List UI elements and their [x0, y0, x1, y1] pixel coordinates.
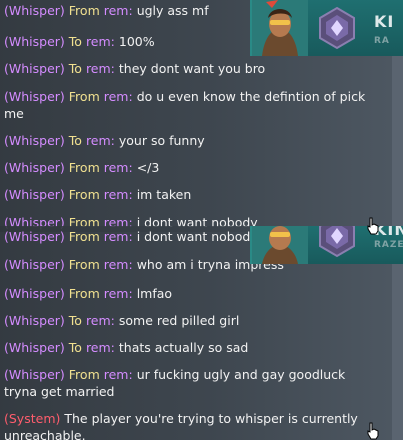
sender: rem: [103, 367, 133, 382]
chat-message: (Whisper) To rem: your so funny [4, 132, 372, 149]
sender: rem: [85, 61, 115, 76]
rank-badge-icon [319, 226, 355, 258]
whisper-tag: (Whisper) [4, 367, 65, 382]
direction: To [68, 313, 82, 328]
rank-badge-icon [319, 6, 355, 50]
whisper-tag: (Whisper) [4, 340, 65, 355]
message-text: </3 [136, 160, 160, 175]
whisper-tag: (Whisper) [4, 160, 65, 175]
player-agent: RA [374, 36, 390, 46]
direction: To [68, 61, 82, 76]
direction: From [68, 160, 100, 175]
message-text: im taken [136, 187, 192, 202]
player-card[interactable]: KI RA [250, 0, 403, 56]
chat-message: (Whisper) To rem: thats actually so sad [4, 339, 372, 356]
hand-cursor-icon [367, 422, 379, 440]
direction: From [68, 187, 100, 202]
player-name: KI [374, 12, 395, 31]
direction: From [68, 257, 100, 272]
whisper-tag: (Whisper) [4, 313, 65, 328]
whisper-tag: (Whisper) [4, 133, 65, 148]
direction: To [68, 133, 82, 148]
agent-portrait-icon [252, 226, 308, 264]
chat-message: (Whisper) From rem: im taken [4, 186, 372, 203]
direction: To [68, 340, 82, 355]
whisper-tag: (Whisper) [4, 187, 65, 202]
whisper-tag: (Whisper) [4, 89, 65, 104]
hand-cursor-icon [367, 217, 379, 235]
chat-message: (Whisper) To rem: they dont want you bro [4, 60, 372, 77]
chat-message: (Whisper) From rem: ur fucking ugly and … [4, 366, 372, 400]
message-text: i dont want nobody [136, 229, 258, 244]
whisper-tag: (Whisper) [4, 34, 65, 49]
whisper-tag: (Whisper) [4, 229, 65, 244]
screenshot-stage: (Whisper) From rem: ugly ass mf (Whisper… [0, 0, 403, 440]
sender: rem: [103, 3, 133, 18]
message-text: lmfao [136, 286, 173, 301]
sender: rem: [85, 313, 115, 328]
whisper-tag: (Whisper) [4, 3, 65, 18]
sender: rem: [85, 34, 115, 49]
chat-message: (Whisper) From rem: </3 [4, 159, 372, 176]
message-text: thats actually so sad [118, 340, 249, 355]
sender: rem: [103, 89, 133, 104]
sender: rem: [103, 257, 133, 272]
whisper-tag: (Whisper) [4, 257, 65, 272]
sender: rem: [85, 340, 115, 355]
direction: From [68, 286, 100, 301]
system-message: (System) The player you're trying to whi… [4, 410, 372, 440]
sender: rem: [85, 133, 115, 148]
player-card[interactable]: KIN RAZE [250, 226, 403, 264]
message-text: 100% [118, 34, 155, 49]
system-tag: (System) [4, 411, 61, 426]
player-agent: RAZE [374, 240, 403, 250]
sender: rem: [103, 286, 133, 301]
agent-portrait-icon [252, 0, 308, 56]
sender: rem: [103, 187, 133, 202]
sender: rem: [103, 160, 133, 175]
sender: rem: [103, 229, 133, 244]
message-text: they dont want you bro [118, 61, 266, 76]
direction: To [68, 34, 82, 49]
direction: From [68, 3, 100, 18]
chat-message: (Whisper) From rem: lmfao [4, 285, 372, 302]
direction: From [68, 89, 100, 104]
chat-message: (Whisper) From rem: do u even know the d… [4, 88, 372, 122]
direction: From [68, 229, 100, 244]
whisper-tag: (Whisper) [4, 286, 65, 301]
chat-message: (Whisper) To rem: some red pilled girl [4, 312, 372, 329]
direction: From [68, 367, 100, 382]
message-text: some red pilled girl [118, 313, 240, 328]
message-text: ugly ass mf [136, 3, 209, 18]
whisper-tag: (Whisper) [4, 61, 65, 76]
message-text: your so funny [118, 133, 205, 148]
